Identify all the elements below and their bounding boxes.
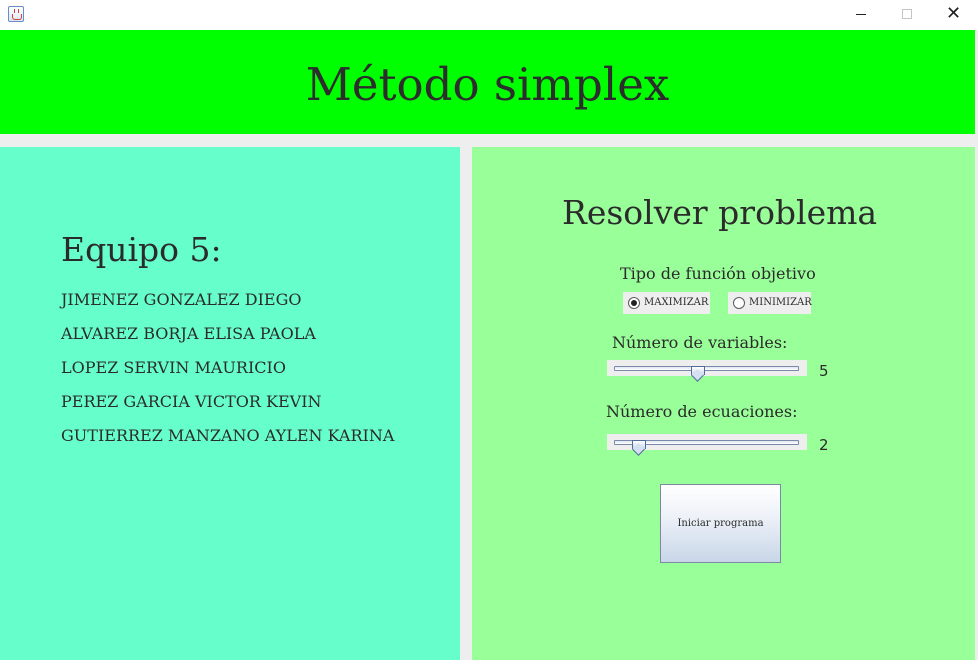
radio-minimizar-label: MINIMIZAR (749, 297, 812, 308)
radio-minimizar[interactable]: MINIMIZAR (728, 292, 812, 314)
minimize-icon (856, 14, 866, 15)
minimize-button[interactable] (838, 0, 884, 30)
maximize-icon (902, 9, 912, 19)
team-title: Equipo 5: (61, 230, 222, 269)
variables-label: Número de variables: (612, 333, 788, 352)
variables-slider-track[interactable] (614, 366, 799, 375)
radio-minimizar-circle[interactable] (733, 297, 745, 309)
close-button[interactable]: ✕ (930, 0, 976, 30)
equations-slider-track[interactable] (614, 440, 799, 449)
team-member: ALVAREZ BORJA ELISA PAOLA (61, 324, 316, 343)
variables-slider[interactable] (607, 360, 807, 376)
team-panel: Equipo 5: JIMENEZ GONZALEZ DIEGO ALVAREZ… (0, 147, 460, 660)
equations-slider-thumb[interactable] (632, 440, 646, 454)
solver-panel: Resolver problema Tipo de función objeti… (472, 147, 975, 660)
start-program-button[interactable]: Iniciar programa (660, 484, 781, 563)
objective-type-label: Tipo de función objetivo (620, 264, 816, 283)
team-member: PEREZ GARCIA VICTOR KEVIN (61, 392, 322, 411)
equations-value: 2 (819, 436, 829, 454)
page-title: Método simplex (305, 58, 670, 111)
maximize-button[interactable] (884, 0, 930, 30)
variables-slider-thumb[interactable] (691, 366, 705, 380)
variables-value: 5 (819, 362, 829, 380)
radio-maximizar-label: MAXIMIZAR (644, 297, 709, 308)
radio-maximizar[interactable]: MAXIMIZAR (623, 292, 710, 314)
team-member: GUTIERREZ MANZANO AYLEN KARINA (61, 426, 395, 445)
radio-maximizar-circle[interactable] (628, 297, 640, 309)
window-title-bar: ✕ (0, 0, 978, 30)
team-member: LOPEZ SERVIN MAURICIO (61, 358, 286, 377)
equations-slider[interactable] (607, 434, 807, 450)
team-member: JIMENEZ GONZALEZ DIEGO (61, 290, 302, 309)
java-app-icon[interactable] (8, 6, 24, 22)
header-banner: Método simplex (0, 30, 975, 134)
equations-label: Número de ecuaciones: (606, 402, 798, 421)
solver-title: Resolver problema (562, 193, 878, 232)
close-icon: ✕ (946, 3, 962, 24)
